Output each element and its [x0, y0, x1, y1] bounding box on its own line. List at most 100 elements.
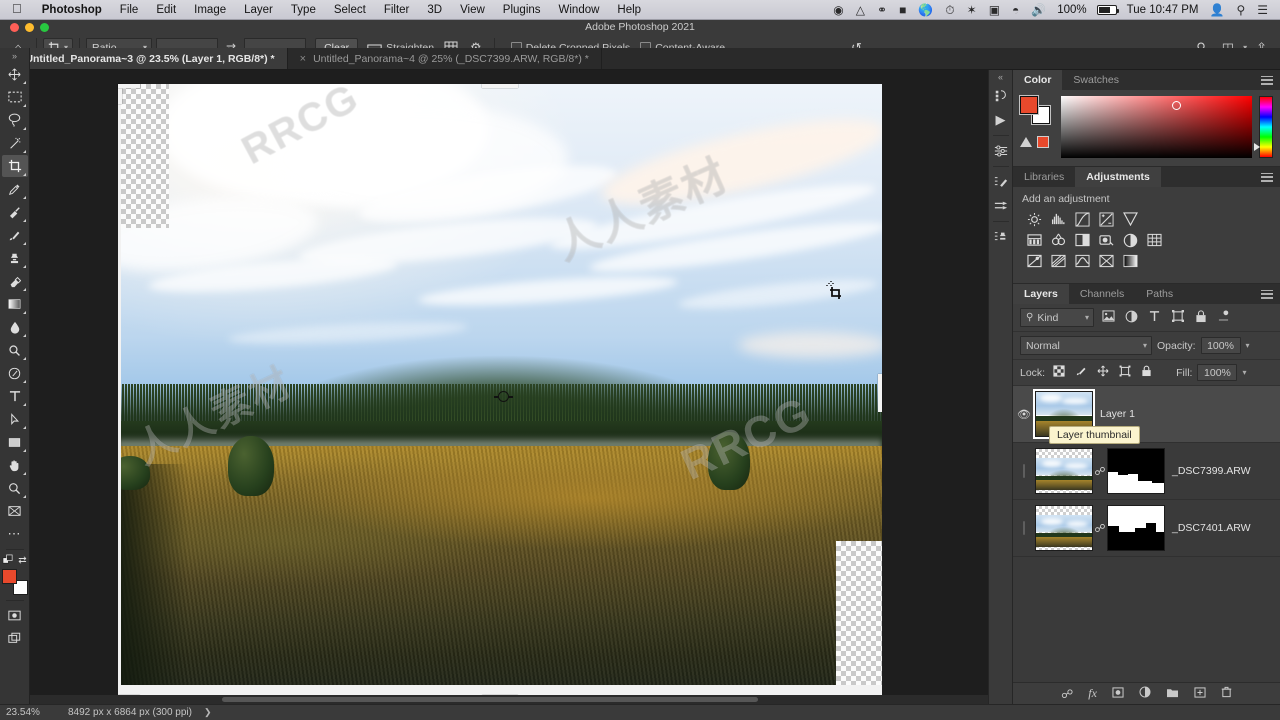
- layer-thumbnail[interactable]: [1035, 505, 1093, 551]
- layer-mask-link-icon[interactable]: ☍: [1093, 522, 1107, 535]
- lock-transparent-pixels-icon[interactable]: [1050, 365, 1067, 380]
- gradient-map-icon[interactable]: [1122, 253, 1139, 269]
- tool-pen[interactable]: [2, 362, 28, 384]
- foreground-color-swatch[interactable]: [1, 569, 17, 584]
- document-canvas[interactable]: RRCG 人人素材 RRCG 人人素材 ◐ 人人素材: [118, 75, 882, 699]
- tab-paths[interactable]: Paths: [1135, 284, 1184, 304]
- collapse-icon[interactable]: «: [998, 72, 1003, 84]
- canvas-area[interactable]: RRCG 人人素材 RRCG 人人素材 ◐ 人人素材: [30, 70, 988, 704]
- menu-select[interactable]: Select: [325, 4, 375, 16]
- color-ramp[interactable]: [1061, 96, 1252, 158]
- tool-dodge[interactable]: [2, 339, 28, 361]
- link-layers-icon[interactable]: ☍: [1061, 687, 1073, 701]
- clock[interactable]: Tue 10:47 PM: [1122, 4, 1204, 16]
- web-safe-swatch-icon[interactable]: [1037, 136, 1049, 148]
- timemachine-icon[interactable]: ⏱: [939, 4, 960, 16]
- tool-lasso[interactable]: [2, 109, 28, 131]
- tool-spot-healing-brush[interactable]: [2, 201, 28, 223]
- posterize-icon[interactable]: [1050, 253, 1067, 269]
- foreground-background-chips[interactable]: [1020, 96, 1050, 124]
- chevron-right-icon[interactable]: ❯: [192, 707, 212, 718]
- tab-channels[interactable]: Channels: [1069, 284, 1135, 304]
- volume-icon[interactable]: 🔊: [1025, 4, 1052, 16]
- tool-type[interactable]: [2, 385, 28, 407]
- brush-settings-icon[interactable]: [990, 170, 1012, 194]
- tab-libraries[interactable]: Libraries: [1013, 167, 1075, 187]
- pixel-layer-filter-icon[interactable]: [1100, 310, 1117, 325]
- lock-all-icon[interactable]: [1138, 365, 1155, 380]
- edit-toolbar-button[interactable]: [2, 500, 28, 522]
- foreground-color-chip[interactable]: [1020, 96, 1038, 114]
- wifi-icon[interactable]: ◓: [1006, 4, 1025, 16]
- vibrance-icon[interactable]: [1122, 211, 1139, 227]
- quick-mask-button[interactable]: [2, 604, 28, 626]
- layer-mask-thumbnail[interactable]: [1107, 505, 1165, 551]
- tool-path-selection[interactable]: [2, 408, 28, 430]
- table-row[interactable]: ☍ _DSC7401.ARW: [1013, 500, 1280, 557]
- panel-menu-icon[interactable]: [1261, 284, 1280, 304]
- minimize-window-button[interactable]: [25, 22, 34, 32]
- tab-adjustments[interactable]: Adjustments: [1075, 167, 1161, 187]
- opacity-value[interactable]: 100%: [1200, 337, 1241, 354]
- default-colors-icon[interactable]: [2, 554, 14, 566]
- add-layer-mask-icon[interactable]: [1112, 686, 1124, 701]
- layer-filter-kind-select[interactable]: ⚲ Kind: [1020, 308, 1094, 327]
- invert-icon[interactable]: [1026, 253, 1043, 269]
- black-white-icon[interactable]: [1074, 232, 1091, 248]
- creative-cloud-icon[interactable]: ⚭: [871, 4, 893, 16]
- tool-gradient[interactable]: [2, 293, 28, 315]
- screen-mode-button[interactable]: [2, 627, 28, 649]
- menu-filter[interactable]: Filter: [375, 4, 419, 16]
- menu-window[interactable]: Window: [550, 4, 609, 16]
- brightness-contrast-icon[interactable]: [1026, 211, 1043, 227]
- lock-position-icon[interactable]: [1094, 365, 1111, 380]
- horizontal-scrollbar[interactable]: [30, 695, 988, 704]
- layer-visibility-toggle[interactable]: [1013, 464, 1035, 478]
- zoom-level[interactable]: 23.54%: [0, 707, 62, 718]
- close-window-button[interactable]: [10, 22, 19, 32]
- blend-mode-select[interactable]: Normal: [1020, 336, 1152, 355]
- close-icon[interactable]: ×: [300, 53, 306, 65]
- curves-icon[interactable]: [1074, 211, 1091, 227]
- dropbox-icon[interactable]: △: [850, 4, 871, 16]
- globe-icon[interactable]: 🌎: [912, 4, 939, 16]
- adobe-icon[interactable]: ■: [893, 4, 912, 16]
- menu-edit[interactable]: Edit: [147, 4, 185, 16]
- menu-view[interactable]: View: [451, 4, 494, 16]
- menu-help[interactable]: Help: [608, 4, 650, 16]
- layer-thumbnail[interactable]: [1035, 448, 1093, 494]
- new-adjustment-layer-icon[interactable]: [1139, 686, 1151, 701]
- smart-object-filter-icon[interactable]: [1192, 309, 1209, 326]
- hue-strip[interactable]: [1254, 96, 1273, 158]
- collapse-panel-icon[interactable]: »: [12, 50, 17, 63]
- panel-menu-icon[interactable]: [1261, 70, 1280, 90]
- new-group-icon[interactable]: [1166, 687, 1179, 701]
- tool-rectangle-shape[interactable]: [2, 431, 28, 453]
- shape-layer-filter-icon[interactable]: [1169, 310, 1186, 325]
- menu-3d[interactable]: 3D: [418, 4, 451, 16]
- chevron-down-icon[interactable]: ▾: [1242, 368, 1246, 377]
- delete-layer-icon[interactable]: [1221, 686, 1232, 701]
- maximize-window-button[interactable]: [40, 22, 49, 32]
- tool-clone-stamp[interactable]: [2, 247, 28, 269]
- brush-presets-icon[interactable]: [990, 194, 1012, 218]
- layer-name[interactable]: _DSC7401.ARW: [1172, 522, 1251, 534]
- foreground-background-color[interactable]: [1, 569, 28, 595]
- user-icon[interactable]: 👤: [1203, 4, 1230, 16]
- record-icon[interactable]: ◉: [827, 4, 849, 16]
- tool-move[interactable]: [2, 63, 28, 85]
- color-lookup-icon[interactable]: [1146, 232, 1163, 248]
- new-layer-icon[interactable]: [1194, 686, 1206, 701]
- tab-color[interactable]: Color: [1013, 70, 1063, 90]
- tool-eyedropper[interactable]: [2, 178, 28, 200]
- layer-name[interactable]: Layer 1: [1100, 408, 1135, 420]
- layer-visibility-toggle[interactable]: [1013, 521, 1035, 535]
- exposure-icon[interactable]: [1098, 211, 1115, 227]
- table-row[interactable]: 👁 Layer 1 Layer thumbnail: [1013, 386, 1280, 444]
- tool-zoom[interactable]: [2, 477, 28, 499]
- panel-menu-icon[interactable]: [1261, 167, 1280, 187]
- document-tab-panorama-4[interactable]: × Untitled_Panorama~4 @ 25% (_DSC7399.AR…: [288, 48, 602, 69]
- display-icon[interactable]: ▣: [983, 4, 1006, 16]
- color-balance-icon[interactable]: [1050, 232, 1067, 248]
- menu-plugins[interactable]: Plugins: [494, 4, 550, 16]
